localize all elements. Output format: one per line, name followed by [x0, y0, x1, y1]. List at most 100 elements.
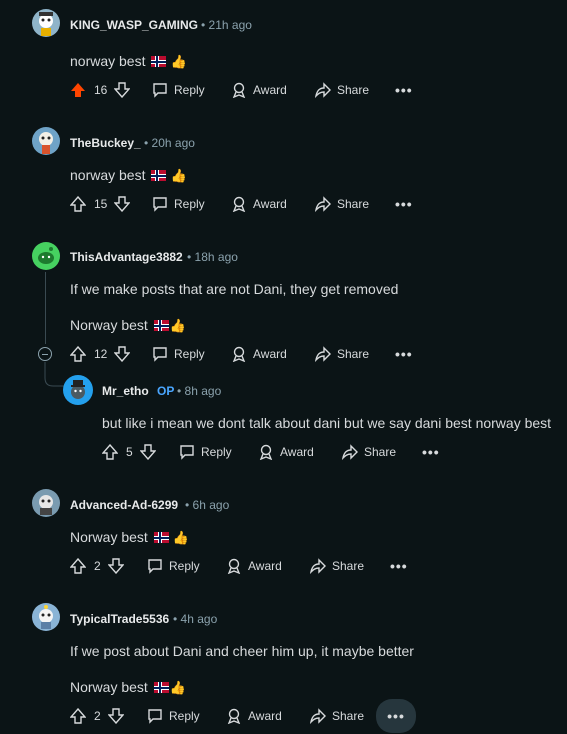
comment-body: If we post about Dani and cheer him up, …	[70, 643, 414, 659]
time-ago: 4h ago	[180, 612, 218, 626]
more-options-button[interactable]: •••	[395, 79, 413, 101]
share-button[interactable]: Share	[332, 705, 364, 727]
avatar[interactable]	[31, 488, 61, 518]
comment-text: norway best	[70, 167, 146, 183]
comment-actions: 16 Reply Award Share •••	[70, 79, 430, 101]
thumbs-up-icon: 👍	[172, 530, 189, 545]
share-button[interactable]: Share	[337, 193, 369, 215]
share-icon[interactable]	[315, 79, 331, 101]
dot-separator: •	[177, 384, 182, 398]
downvote-icon[interactable]	[140, 441, 156, 463]
norway-flag-icon	[151, 56, 167, 67]
share-button[interactable]: Share	[364, 441, 396, 463]
award-icon[interactable]	[231, 343, 247, 365]
norway-flag-icon	[153, 532, 169, 543]
comment-text: but like i mean we dont talk about dani …	[102, 415, 552, 431]
reply-button[interactable]: Reply	[169, 705, 200, 727]
share-button[interactable]: Share	[337, 343, 369, 365]
comment-text: If we make posts that are not Dani, they…	[70, 281, 399, 297]
thumbs-up-icon: 👍	[169, 680, 186, 695]
award-button[interactable]: Award	[248, 555, 282, 577]
award-button[interactable]: Award	[253, 343, 287, 365]
comment-text: norway best	[70, 53, 146, 69]
avatar[interactable]	[31, 602, 61, 632]
time-ago: 8h ago	[184, 384, 222, 398]
username[interactable]: Mr_etho	[102, 384, 149, 398]
award-icon[interactable]	[231, 79, 247, 101]
more-options-button[interactable]: •••	[390, 555, 408, 577]
share-icon[interactable]	[315, 193, 331, 215]
share-icon[interactable]	[310, 555, 326, 577]
vote-count: 12	[94, 347, 108, 361]
time-ago: 6h ago	[192, 498, 230, 512]
share-icon[interactable]	[315, 343, 331, 365]
award-button[interactable]: Award	[253, 193, 287, 215]
dot-separator: •	[201, 18, 206, 32]
more-options-button[interactable]: •••	[376, 699, 416, 733]
share-icon[interactable]	[342, 441, 358, 463]
comment-icon[interactable]	[147, 705, 163, 727]
share-icon[interactable]	[310, 705, 326, 727]
comment-body: norway best 👍	[70, 167, 187, 184]
upvote-icon[interactable]	[70, 555, 86, 577]
award-icon[interactable]	[231, 193, 247, 215]
thread-connector	[44, 362, 64, 387]
downvote-icon[interactable]	[108, 555, 124, 577]
reply-button[interactable]: Reply	[169, 555, 200, 577]
upvote-icon[interactable]	[70, 79, 86, 101]
norway-flag-icon	[153, 320, 169, 331]
thumbs-up-icon: 👍	[170, 168, 187, 183]
more-options-button[interactable]: •••	[395, 343, 413, 365]
username[interactable]: TypicalTrade5536	[70, 612, 169, 626]
timestamp: • 6h ago	[185, 498, 229, 512]
norway-flag-icon	[151, 170, 167, 181]
award-icon[interactable]	[226, 705, 242, 727]
time-ago: 21h ago	[208, 18, 252, 32]
comment-text: Norway best	[70, 317, 148, 333]
username[interactable]: TheBuckey_	[70, 136, 141, 150]
reply-button[interactable]: Reply	[174, 193, 205, 215]
award-button[interactable]: Award	[248, 705, 282, 727]
downvote-icon[interactable]	[114, 343, 130, 365]
downvote-icon[interactable]	[114, 79, 130, 101]
downvote-icon[interactable]	[108, 705, 124, 727]
username[interactable]: KING_WASP_GAMING	[70, 18, 198, 32]
share-button[interactable]: Share	[332, 555, 364, 577]
thumbs-up-icon: 👍	[170, 54, 187, 69]
comment-icon[interactable]	[152, 193, 168, 215]
downvote-icon[interactable]	[114, 193, 130, 215]
username[interactable]: ThisAdvantage3882	[70, 250, 183, 264]
avatar[interactable]	[31, 126, 61, 156]
comment-body-line2: Norway best 👍	[70, 679, 186, 696]
more-options-button[interactable]: •••	[422, 441, 440, 463]
comment-icon[interactable]	[152, 79, 168, 101]
upvote-icon[interactable]	[102, 441, 118, 463]
timestamp: • 4h ago	[173, 612, 217, 626]
time-ago: 18h ago	[194, 250, 238, 264]
vote-count: 2	[94, 559, 101, 573]
award-button[interactable]: Award	[253, 79, 287, 101]
avatar[interactable]	[31, 241, 61, 271]
reply-button[interactable]: Reply	[174, 79, 205, 101]
upvote-icon[interactable]	[70, 705, 86, 727]
reply-button[interactable]: Reply	[201, 441, 232, 463]
award-icon[interactable]	[258, 441, 274, 463]
reply-button[interactable]: Reply	[174, 343, 205, 365]
more-options-button[interactable]: •••	[395, 193, 413, 215]
award-icon[interactable]	[226, 555, 242, 577]
collapse-thread-icon[interactable]	[38, 347, 52, 361]
comment-icon[interactable]	[179, 441, 195, 463]
comment-body: but like i mean we dont talk about dani …	[102, 415, 551, 431]
thread-line[interactable]	[45, 272, 46, 344]
avatar[interactable]	[31, 8, 61, 38]
comment-actions: 5 Reply Award Share •••	[102, 441, 462, 463]
share-button[interactable]: Share	[337, 79, 369, 101]
comment-icon[interactable]	[147, 555, 163, 577]
thumbs-up-icon: 👍	[169, 318, 186, 333]
upvote-icon[interactable]	[70, 193, 86, 215]
comment-icon[interactable]	[152, 343, 168, 365]
avatar[interactable]	[62, 374, 94, 406]
username[interactable]: Advanced-Ad-6299	[70, 498, 178, 512]
award-button[interactable]: Award	[280, 441, 314, 463]
upvote-icon[interactable]	[70, 343, 86, 365]
